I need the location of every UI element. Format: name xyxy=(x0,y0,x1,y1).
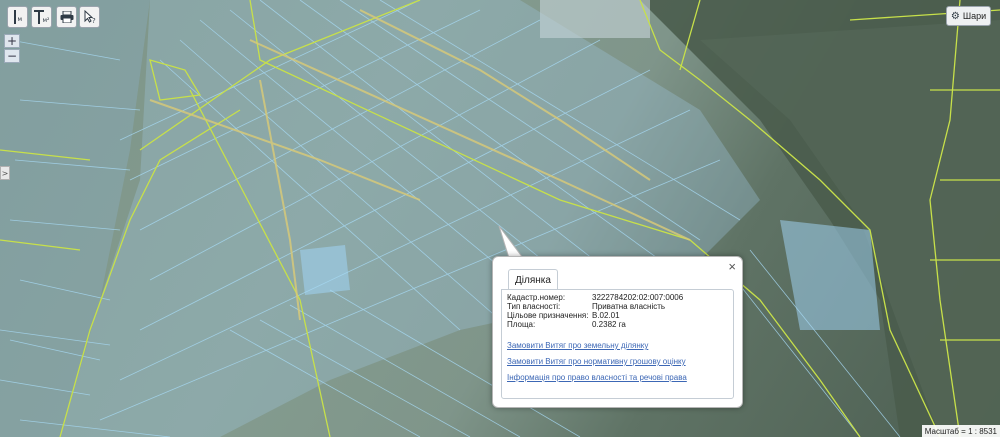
field-area: Площа: 0.2382 га xyxy=(507,320,626,329)
pointer-question-icon: ? xyxy=(84,10,96,24)
ruler-area-icon: м² xyxy=(33,10,50,24)
field-cadastral-number: Кадастр.номер: 3222784202:02:007:0006 xyxy=(507,293,684,302)
zoom-in-button[interactable]: + xyxy=(4,34,20,48)
parcel-info-popup: × Ділянка Кадастр.номер: 3222784202:02:0… xyxy=(492,256,743,408)
print-button[interactable] xyxy=(56,6,77,28)
printer-icon xyxy=(60,11,73,23)
parcel-details-panel: Кадастр.номер: 3222784202:02:007:0006 Ти… xyxy=(501,289,734,399)
order-parcel-extract-link[interactable]: Замовити Витяг про земельну ділянку xyxy=(507,341,648,350)
layers-button[interactable]: ⚙ Шари xyxy=(946,6,991,26)
tab-parcel[interactable]: Ділянка xyxy=(508,269,558,290)
close-icon[interactable]: × xyxy=(728,260,736,273)
measure-length-button[interactable]: м xyxy=(7,6,28,28)
ruler-line-icon: м xyxy=(11,10,25,24)
ownership-info-link[interactable]: Інформація про право власності та речові… xyxy=(507,373,687,382)
zoom-out-button[interactable]: − xyxy=(4,49,20,63)
info-pointer-button[interactable]: ? xyxy=(79,6,100,28)
map-scale: Масштаб = 1 : 8531 xyxy=(921,425,1000,437)
field-ownership-type: Тип власності: Приватна власність xyxy=(507,302,666,311)
measure-area-button[interactable]: м² xyxy=(31,6,52,28)
field-purpose: Цільове призначення: В.02.01 xyxy=(507,311,620,320)
popup-pointer xyxy=(498,226,524,260)
order-valuation-extract-link[interactable]: Замовити Витяг про нормативну грошову оц… xyxy=(507,357,686,366)
sidebar-toggle-button[interactable]: > xyxy=(0,166,10,180)
layers-label: Шари xyxy=(962,11,987,21)
svg-text:?: ? xyxy=(92,17,96,24)
gear-icon: ⚙ xyxy=(950,10,960,22)
